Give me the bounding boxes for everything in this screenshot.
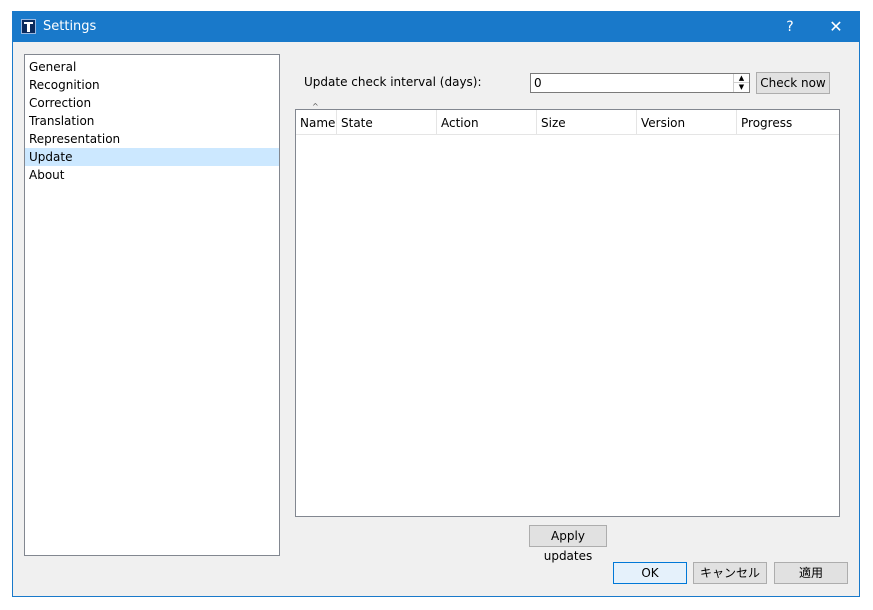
title-bar[interactable]: Settings ? ✕ (13, 12, 859, 42)
column-header-size[interactable]: Size (537, 110, 637, 135)
sidebar-item-representation[interactable]: Representation (25, 130, 279, 148)
app-icon (21, 19, 36, 34)
updates-table[interactable]: ^ Name State Action Size Version Progres… (295, 102, 840, 517)
sidebar-item-update[interactable]: Update (25, 148, 279, 166)
apply-button[interactable]: 適用 (774, 562, 848, 584)
column-header-version[interactable]: Version (637, 110, 737, 135)
sidebar-item-recognition[interactable]: Recognition (25, 76, 279, 94)
help-button[interactable]: ? (767, 12, 813, 42)
check-now-button[interactable]: Check now (756, 72, 830, 94)
settings-dialog: Settings ? ✕ General Recognition Correct… (12, 11, 860, 597)
sidebar-item-general[interactable]: General (25, 58, 279, 76)
update-interval-spinbox[interactable]: 0 ▲ ▼ (530, 73, 750, 93)
sidebar-item-translation[interactable]: Translation (25, 112, 279, 130)
window-title: Settings (43, 19, 97, 34)
update-interval-label: Update check interval (days): (304, 75, 482, 89)
spin-down-icon[interactable]: ▼ (734, 83, 749, 92)
sidebar-item-correction[interactable]: Correction (25, 94, 279, 112)
apply-updates-button[interactable]: Apply updates (529, 525, 607, 563)
spin-arrows: ▲ ▼ (733, 74, 749, 92)
update-interval-value[interactable]: 0 (534, 76, 542, 90)
column-header-action[interactable]: Action (437, 110, 537, 135)
spin-up-icon[interactable]: ▲ (734, 74, 749, 83)
sort-ascending-icon: ^ (312, 102, 319, 111)
table-header: ^ Name State Action Size Version Progres… (296, 102, 839, 135)
sidebar-item-about[interactable]: About (25, 166, 279, 184)
column-header-name-label: Name (300, 116, 336, 130)
ok-button[interactable]: OK (613, 562, 687, 584)
column-header-progress[interactable]: Progress (737, 110, 839, 135)
column-header-name[interactable]: ^ Name (296, 102, 337, 135)
settings-category-list: General Recognition Correction Translati… (24, 54, 280, 556)
close-button[interactable]: ✕ (813, 12, 859, 42)
cancel-button[interactable]: キャンセル (693, 562, 767, 584)
column-header-state[interactable]: State (337, 110, 437, 135)
